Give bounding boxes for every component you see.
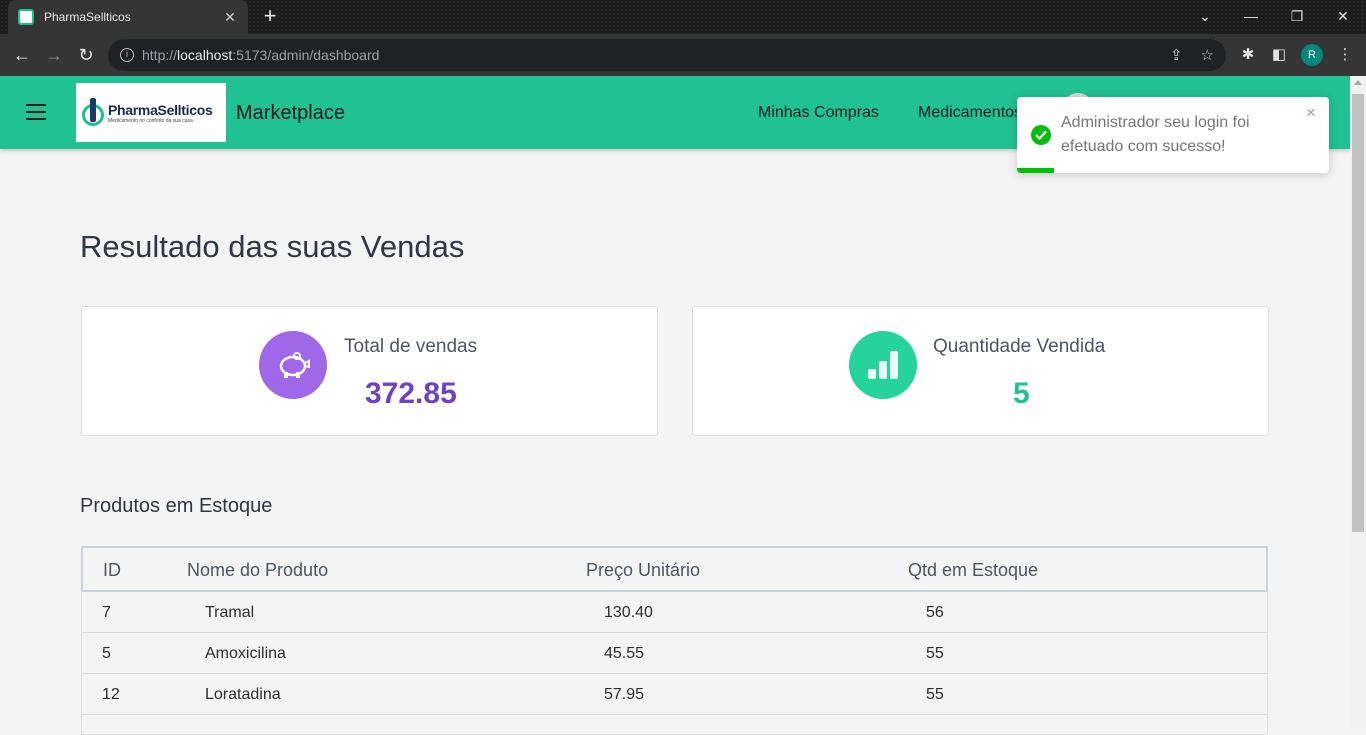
page-scrollbar[interactable] [1350, 76, 1366, 728]
login-success-toast[interactable]: Administrador seu login foi efetuado com… [1017, 97, 1329, 173]
extensions-icon[interactable]: ✱ [1238, 45, 1258, 63]
column-header-stock: Qtd em Estoque [908, 560, 1039, 580]
browser-tab-strip: PharmaSellticos ✕ + ⌄ — ❐ ✕ [0, 0, 1366, 34]
nav-minhas-compras[interactable]: Minhas Compras [758, 104, 879, 122]
cell-name: Loratadina [205, 686, 281, 703]
column-header-id: ID [103, 560, 121, 580]
nav-medicamentos[interactable]: Medicamentos [918, 104, 1022, 122]
new-tab-button[interactable]: + [258, 5, 282, 29]
success-check-icon [1031, 125, 1051, 145]
tab-close-icon[interactable]: ✕ [222, 9, 238, 26]
reload-icon[interactable]: ↻ [74, 43, 98, 67]
toast-message: Administrador seu login foi efetuado com… [1061, 114, 1250, 155]
piggy-bank-icon [259, 331, 327, 399]
browser-toolbar: ← → ↻ i http://localhost:5173/admin/dash… [0, 34, 1366, 76]
cell-stock: 55 [926, 645, 944, 662]
quantity-sold-value: 5 [1013, 377, 1030, 410]
total-sales-value: 372.85 [365, 377, 457, 410]
total-sales-card: Total de vendas 372.85 [81, 306, 658, 436]
browser-tab[interactable]: PharmaSellticos ✕ [8, 0, 248, 34]
logo-name: PharmaSellticos [108, 101, 213, 118]
logo-mark-icon [80, 97, 106, 128]
column-header-name: Nome do Produto [187, 560, 329, 580]
cell-name: Amoxicilina [205, 645, 286, 662]
bookmark-star-icon[interactable]: ☆ [1201, 46, 1214, 64]
back-icon[interactable]: ← [10, 43, 34, 67]
logo[interactable]: PharmaSellticos Medicamento no conforto … [76, 83, 226, 142]
brand-title[interactable]: Marketplace [236, 102, 345, 125]
address-bar[interactable]: i http://localhost:5173/admin/dashboard … [108, 39, 1226, 71]
url-text[interactable]: http://localhost:5173/admin/dashboard [142, 47, 1152, 63]
site-favicon-icon [18, 9, 34, 25]
share-icon[interactable]: ⇪ [1170, 46, 1183, 64]
page-title: Resultado das suas Vendas [80, 229, 465, 264]
table-row[interactable]: 7 Tramal 130.40 56 [81, 592, 1268, 633]
cell-id: 5 [102, 645, 111, 662]
cell-price: 45.55 [604, 645, 645, 662]
cell-id: 7 [102, 604, 111, 621]
cell-id: 12 [102, 686, 120, 703]
table-row[interactable] [81, 715, 1268, 735]
logo-tagline: Medicamento no conforto da sua casa [108, 117, 193, 124]
cell-stock: 56 [926, 604, 944, 621]
cell-price: 130.40 [604, 604, 653, 621]
scroll-up-icon[interactable] [1354, 80, 1362, 85]
tab-search-icon[interactable]: ⌄ [1182, 0, 1228, 32]
table-row[interactable]: 5 Amoxicilina 45.55 55 [81, 633, 1268, 674]
cell-stock: 55 [926, 686, 944, 703]
hamburger-menu-icon[interactable] [26, 104, 46, 120]
minimize-icon[interactable]: — [1228, 0, 1274, 32]
menu-kebab-icon[interactable]: ⋮ [1335, 45, 1355, 63]
toast-close-icon[interactable]: × [1306, 103, 1316, 123]
scrollbar-thumb[interactable] [1352, 94, 1364, 532]
side-panel-icon[interactable]: ◧ [1269, 45, 1289, 63]
restore-icon[interactable]: ❐ [1274, 0, 1320, 32]
cell-price: 57.95 [604, 686, 645, 703]
stock-section-title: Produtos em Estoque [80, 495, 273, 517]
toast-progress-bar [1017, 168, 1055, 173]
site-info-icon[interactable]: i [120, 48, 134, 62]
quantity-sold-card: Quantidade Vendida 5 [692, 306, 1269, 436]
table-row[interactable]: 12 Loratadina 57.95 55 [81, 674, 1268, 715]
bar-chart-icon [849, 331, 917, 399]
total-sales-label: Total de vendas [344, 336, 478, 357]
stock-table: ID Nome do Produto Preço Unitário Qtd em… [81, 546, 1268, 735]
close-window-icon[interactable]: ✕ [1320, 0, 1366, 32]
tab-title: PharmaSellticos [44, 10, 131, 24]
column-header-price: Preço Unitário [586, 560, 701, 580]
cell-name: Tramal [205, 604, 255, 621]
forward-icon[interactable]: → [42, 43, 66, 67]
profile-avatar[interactable]: R [1301, 44, 1323, 66]
table-header: ID Nome do Produto Preço Unitário Qtd em… [81, 546, 1268, 592]
quantity-sold-label: Quantidade Vendida [933, 336, 1106, 357]
